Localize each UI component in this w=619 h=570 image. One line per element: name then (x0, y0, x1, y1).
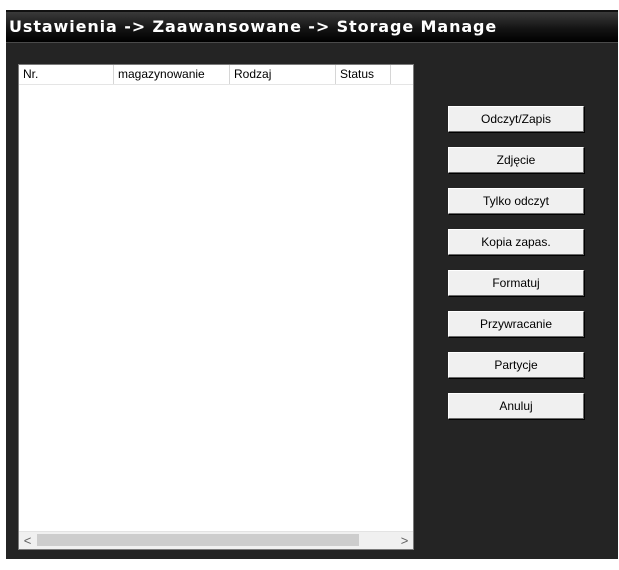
list-header: Nr. magazynowanie Rodzaj Status (19, 65, 413, 85)
snapshot-button[interactable]: Zdjęcie (448, 147, 584, 173)
horizontal-scrollbar[interactable]: < > (19, 531, 413, 549)
read-write-button[interactable]: Odczyt/Zapis (448, 106, 584, 132)
partition-button[interactable]: Partycje (448, 352, 584, 378)
storage-manager-dialog: Ustawienia -> Zaawansowane -> Storage Ma… (0, 0, 619, 570)
list-rows (19, 85, 413, 532)
scrollbar-thumb[interactable] (37, 534, 359, 546)
column-header-nr[interactable]: Nr. (19, 65, 114, 84)
column-header-type[interactable]: Rodzaj (230, 65, 336, 84)
window-title: Ustawienia -> Zaawansowane -> Storage Ma… (9, 17, 498, 36)
column-header-status[interactable]: Status (336, 65, 391, 84)
dialog-frame: Ustawienia -> Zaawansowane -> Storage Ma… (6, 10, 618, 559)
title-bar: Ustawienia -> Zaawansowane -> Storage Ma… (6, 12, 618, 43)
column-header-storage[interactable]: magazynowanie (114, 65, 230, 84)
backup-button[interactable]: Kopia zapas. (448, 229, 584, 255)
format-button[interactable]: Formatuj (448, 270, 584, 296)
chevron-left-icon[interactable]: < (19, 532, 36, 549)
chevron-right-icon[interactable]: > (396, 532, 413, 549)
cancel-button[interactable]: Anuluj (448, 393, 584, 419)
read-only-button[interactable]: Tylko odczyt (448, 188, 584, 214)
storage-list[interactable]: Nr. magazynowanie Rodzaj Status < > (18, 64, 414, 550)
restore-button[interactable]: Przywracanie (448, 311, 584, 337)
